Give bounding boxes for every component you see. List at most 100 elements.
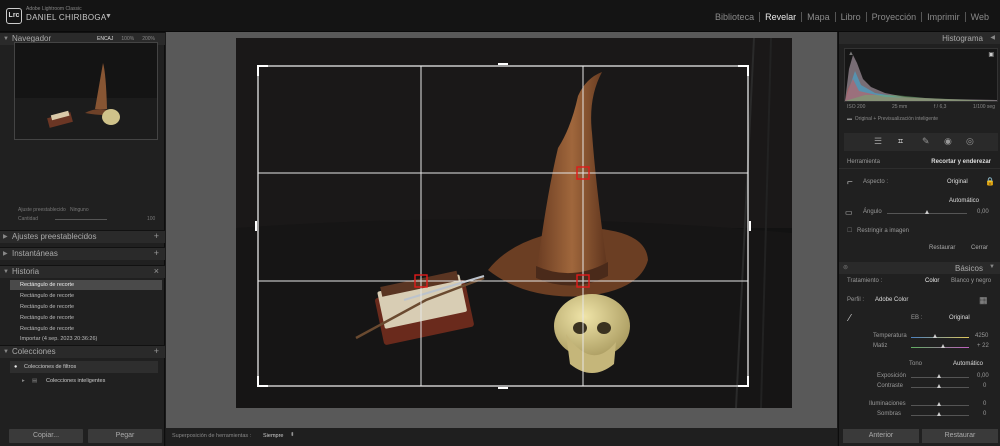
edit-sliders-icon[interactable]: ☰ xyxy=(874,136,882,147)
navigator-thumbnail-image xyxy=(15,43,157,139)
collections-title: Colecciones xyxy=(12,347,56,356)
photo-with-crop-overlay[interactable] xyxy=(236,38,792,408)
close-icon[interactable]: × xyxy=(154,265,159,277)
exposure-value[interactable]: 0,00 xyxy=(977,373,989,379)
contrast-value[interactable]: 0 xyxy=(983,383,986,389)
presets-header[interactable]: ▶ Ajustes preestablecidos + xyxy=(0,230,165,243)
right-panel: Histograma ◀ ▲ ▣ ISO 200 25 mm f / 6,3 1… xyxy=(838,32,1000,446)
profile-browser-icon[interactable]: ▦ xyxy=(979,295,988,306)
history-step[interactable]: Rectángulo de recorte xyxy=(10,313,162,323)
plus-icon[interactable]: + xyxy=(154,345,159,357)
expand-triangle-icon: ▶ xyxy=(3,251,8,257)
identity-plate[interactable]: DANIEL CHIRIBOGA xyxy=(26,13,107,22)
amount-slider[interactable] xyxy=(55,219,107,220)
exif-shutter: 1/100 seg xyxy=(973,104,995,110)
temperature-value[interactable]: 4250 xyxy=(975,333,988,339)
preset-value[interactable]: Ninguno xyxy=(70,207,89,213)
highlights-value[interactable]: 0 xyxy=(983,401,986,407)
highlight-clipping-icon[interactable]: ▣ xyxy=(988,51,994,58)
temperature-slider[interactable] xyxy=(911,337,969,338)
histogram-graph[interactable]: ▲ ▣ xyxy=(844,48,998,102)
module-revelar[interactable]: Revelar xyxy=(760,12,801,22)
contrast-slider-knob[interactable] xyxy=(937,384,941,388)
module-imprimir[interactable]: Imprimir xyxy=(922,12,965,22)
expand-triangle-icon[interactable]: ▸ xyxy=(22,376,25,386)
visibility-toggle-icon[interactable]: ⊚ xyxy=(843,264,848,271)
up-down-icon[interactable]: ⬍ xyxy=(290,432,295,438)
collapse-triangle-icon: ▼ xyxy=(3,269,9,275)
level-tool-icon[interactable]: ▭ xyxy=(845,208,853,217)
previous-button[interactable]: Anterior xyxy=(843,429,919,443)
preset-label: Ajuste preestablecido xyxy=(18,207,66,213)
history-step[interactable]: Importar (4 sep. 2023 20:36:26) xyxy=(10,334,162,344)
auto-straighten-button[interactable]: Automático xyxy=(949,198,979,204)
eyedropper-icon[interactable]: ⁄ xyxy=(849,313,851,324)
masking-icon[interactable]: ◎ xyxy=(966,136,974,147)
plus-icon[interactable]: + xyxy=(154,230,159,242)
filter-collections-icon: ● xyxy=(14,364,18,370)
history-step[interactable]: Rectángulo de recorte xyxy=(10,324,162,334)
develop-tool-strip: ☰ ⌗ ✎ ◉ ◎ xyxy=(844,133,998,151)
checkbox-icon[interactable]: ☐ xyxy=(847,227,852,234)
aspect-label: Aspecto : xyxy=(863,179,889,185)
checkbox-icon[interactable]: ▬ xyxy=(847,116,852,122)
histogram-header[interactable]: Histograma ◀ xyxy=(839,32,1000,44)
tint-slider[interactable] xyxy=(911,347,969,348)
restore-crop-button[interactable]: Restaurar xyxy=(929,245,955,251)
crop-icon[interactable]: ⌗ xyxy=(898,136,903,147)
tool-overlay-label: Superposición de herramientas : xyxy=(172,433,252,439)
snapshots-header[interactable]: ▶ Instantáneas + xyxy=(0,247,165,260)
temperature-slider-knob[interactable] xyxy=(933,334,937,338)
tool-overlay-select[interactable]: Siempre xyxy=(263,433,283,439)
module-libro[interactable]: Libro xyxy=(836,12,866,22)
amount-value: 100 xyxy=(147,216,156,222)
module-mapa[interactable]: Mapa xyxy=(802,12,835,22)
original-preview-label: Original + Previsualización inteligente xyxy=(854,116,939,122)
shadows-value[interactable]: 0 xyxy=(983,411,986,417)
module-proyeccion[interactable]: Proyección xyxy=(867,12,922,22)
shadow-clipping-icon[interactable]: ▲ xyxy=(848,51,854,57)
basic-panel-header[interactable]: ⊚ Básicos ▼ xyxy=(839,262,1000,274)
shadows-slider-knob[interactable] xyxy=(937,412,941,416)
module-biblioteca[interactable]: Biblioteca xyxy=(710,12,759,22)
lock-icon[interactable]: 🔒 xyxy=(985,177,995,186)
history-step[interactable]: Rectángulo de recorte xyxy=(10,291,162,301)
crop-frame-icon[interactable]: ⌐ xyxy=(847,177,853,188)
red-eye-icon[interactable]: ◉ xyxy=(944,136,952,147)
tint-value[interactable]: + 22 xyxy=(977,343,989,349)
healing-brush-icon[interactable]: ✎ xyxy=(922,136,930,147)
highlights-label: Iluminaciones xyxy=(869,401,906,407)
treatment-color[interactable]: Color xyxy=(925,278,939,284)
reset-button[interactable]: Restaurar xyxy=(922,429,998,443)
smart-collections-label[interactable]: Colecciones inteligentes xyxy=(46,376,105,386)
profile-select[interactable]: Adobe Color xyxy=(875,297,908,303)
tint-slider-knob[interactable] xyxy=(941,344,945,348)
exif-iso: ISO 200 xyxy=(847,104,866,110)
exif-info: ISO 200 25 mm f / 6,3 1/100 seg xyxy=(847,104,995,110)
wb-select[interactable]: Original xyxy=(949,315,970,321)
exposure-slider-knob[interactable] xyxy=(937,374,941,378)
angle-value[interactable]: 0,00 xyxy=(977,209,989,215)
history-step[interactable]: Rectángulo de recorte xyxy=(10,280,162,290)
app-product-name: Adobe Lightroom Classic xyxy=(26,6,82,12)
snapshots-title: Instantáneas xyxy=(12,249,58,258)
history-header[interactable]: ▼ Historia × xyxy=(0,265,165,278)
collection-filter-row[interactable]: ● Colecciones de filtros xyxy=(10,361,158,373)
angle-slider-knob[interactable] xyxy=(925,210,929,214)
treatment-bw[interactable]: Blanco y negro xyxy=(951,278,991,284)
history-title: Historia xyxy=(12,267,40,276)
tone-auto-button[interactable]: Automático xyxy=(953,361,983,367)
copy-button[interactable]: Copiar... xyxy=(9,429,83,443)
highlights-slider-knob[interactable] xyxy=(937,402,941,406)
presets-title: Ajustes preestablecidos xyxy=(12,232,97,241)
preset-row: Ajuste preestablecido Ninguno xyxy=(18,207,89,213)
history-step[interactable]: Rectángulo de recorte xyxy=(10,302,162,312)
plus-icon[interactable]: + xyxy=(154,247,159,259)
collections-header[interactable]: ▼ Colecciones + xyxy=(0,345,165,358)
navigator-preview[interactable] xyxy=(14,42,158,140)
paste-button[interactable]: Pegar xyxy=(88,429,162,443)
aspect-select[interactable]: Original xyxy=(947,179,968,185)
close-crop-button[interactable]: Cerrar xyxy=(971,245,988,251)
module-web[interactable]: Web xyxy=(966,12,994,22)
chevron-down-icon[interactable]: ▼ xyxy=(105,13,112,20)
